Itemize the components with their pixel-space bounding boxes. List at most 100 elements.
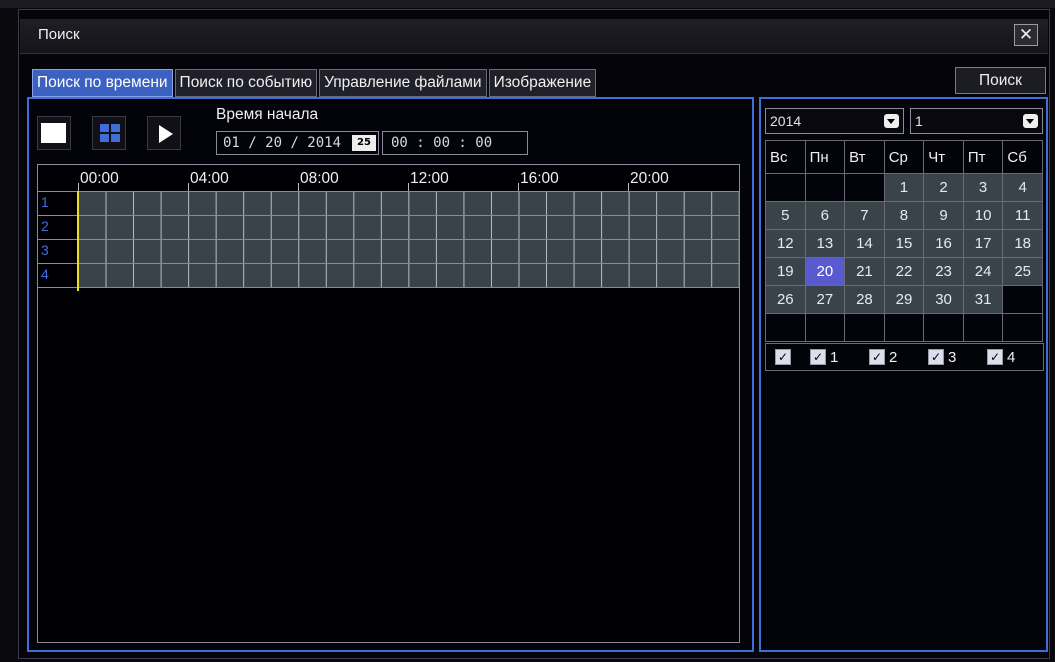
calendar-week-row bbox=[765, 313, 1043, 342]
calendar-day[interactable]: 17 bbox=[962, 229, 1004, 258]
channel-checkbox-label: 4 bbox=[1007, 349, 1016, 366]
start-date-field[interactable]: 01 / 20 / 2014 25 bbox=[216, 131, 379, 155]
close-button[interactable]: ✕ bbox=[1014, 24, 1038, 46]
single-view-button[interactable] bbox=[37, 116, 71, 150]
tab-event-search[interactable]: Поиск по событию bbox=[174, 69, 318, 97]
calendar-day[interactable]: 21 bbox=[844, 257, 885, 286]
calendar-day[interactable]: 8 bbox=[883, 201, 925, 230]
calendar-day[interactable]: 18 bbox=[1002, 229, 1043, 258]
channel-checkbox-label: 3 bbox=[948, 349, 957, 366]
hour-tick bbox=[298, 183, 299, 191]
hour-label: 08:00 bbox=[300, 170, 339, 187]
channel-checkbox-label: 1 bbox=[830, 349, 839, 366]
channel-label: 3 bbox=[41, 242, 49, 258]
calendar-day[interactable]: 15 bbox=[883, 229, 925, 258]
calendar-empty-cell bbox=[765, 313, 806, 342]
calendar-day[interactable]: 30 bbox=[923, 285, 964, 314]
channel-checkbox[interactable]: ✓ bbox=[869, 349, 885, 365]
calendar-day[interactable]: 11 bbox=[1002, 201, 1043, 230]
calendar-day[interactable]: 22 bbox=[883, 257, 925, 286]
select-all-checkbox[interactable]: ✓ bbox=[775, 349, 791, 365]
calendar-day[interactable]: 13 bbox=[804, 229, 846, 258]
calendar-week-row: 26 27 28 29 30 31 bbox=[765, 285, 1043, 314]
channel-timeline-bar[interactable] bbox=[78, 216, 739, 239]
calendar-day[interactable]: 16 bbox=[923, 229, 964, 258]
month-value: 1 bbox=[915, 113, 923, 129]
weekday-label: Сб bbox=[1002, 140, 1043, 174]
calendar-day[interactable]: 28 bbox=[844, 285, 885, 314]
hour-label: 20:00 bbox=[630, 170, 669, 187]
year-value: 2014 bbox=[770, 113, 802, 129]
weekday-header: Вс Пн Вт Ср Чт Пт Сб bbox=[765, 140, 1043, 174]
hour-tick bbox=[518, 183, 519, 191]
hour-tick bbox=[188, 183, 189, 191]
quad-view-button[interactable] bbox=[92, 116, 126, 150]
channel-row: 3 bbox=[38, 240, 739, 264]
year-select[interactable]: 2014 bbox=[765, 108, 904, 134]
tab-image[interactable]: Изображение bbox=[488, 69, 597, 97]
calendar-empty-cell bbox=[923, 313, 964, 342]
calendar-day[interactable]: 23 bbox=[923, 257, 964, 286]
calendar-grid: Вс Пн Вт Ср Чт Пт Сб 1 2 3 4 5 6 7 8 9 10 11 12 13 14 15 16 17… bbox=[765, 140, 1043, 342]
calendar-icon[interactable]: 25 bbox=[352, 135, 376, 151]
channel-checkbox[interactable]: ✓ bbox=[987, 349, 1003, 365]
channel-timeline-bar[interactable] bbox=[78, 192, 739, 215]
calendar-day[interactable]: 9 bbox=[923, 201, 964, 230]
calendar-day[interactable]: 5 bbox=[765, 201, 806, 230]
hour-label: 12:00 bbox=[410, 170, 449, 187]
calendar-day-selected[interactable]: 20 bbox=[804, 257, 846, 286]
play-icon bbox=[159, 125, 173, 143]
start-time-field[interactable]: 00 : 00 : 00 bbox=[382, 131, 528, 155]
calendar-day[interactable]: 12 bbox=[765, 229, 806, 258]
channel-label: 4 bbox=[41, 266, 49, 282]
calendar-day[interactable]: 24 bbox=[962, 257, 1004, 286]
title-bar: Поиск ✕ bbox=[20, 19, 1048, 54]
channel-row: 4 bbox=[38, 264, 739, 288]
search-button[interactable]: Поиск bbox=[955, 67, 1046, 94]
tab-file-management[interactable]: Управление файлами bbox=[319, 69, 487, 97]
tab-bar: Поиск по времени Поиск по событию Управл… bbox=[32, 69, 597, 97]
calendar-day[interactable]: 14 bbox=[844, 229, 885, 258]
hour-tick bbox=[628, 183, 629, 191]
calendar-day[interactable]: 6 bbox=[804, 201, 846, 230]
play-button[interactable] bbox=[147, 116, 181, 150]
playback-cursor[interactable] bbox=[77, 191, 79, 291]
single-view-icon bbox=[41, 123, 66, 143]
weekday-label: Вс bbox=[765, 140, 806, 174]
calendar-week-row: 12 13 14 15 16 17 18 bbox=[765, 229, 1043, 258]
calendar-day[interactable]: 3 bbox=[962, 173, 1004, 202]
channel-checkbox-label: 2 bbox=[889, 349, 898, 366]
calendar-week-row: 1234 bbox=[765, 173, 1043, 202]
quad-view-icon bbox=[100, 124, 120, 142]
top-strip bbox=[0, 0, 1055, 8]
calendar-day[interactable]: 7 bbox=[844, 201, 885, 230]
channel-row: 2 bbox=[38, 216, 739, 240]
chevron-down-icon bbox=[1023, 114, 1038, 128]
calendar-empty-cell bbox=[844, 313, 885, 342]
calendar-day[interactable]: 19 bbox=[765, 257, 806, 286]
tab-time-search[interactable]: Поиск по времени bbox=[32, 69, 173, 97]
calendar-day[interactable]: 26 bbox=[765, 285, 806, 314]
timeline: 00:00 04:00 08:00 12:00 16:00 20:00 1 2 … bbox=[37, 164, 740, 643]
calendar-day[interactable]: 2 bbox=[923, 173, 964, 202]
channel-label: 2 bbox=[41, 218, 49, 234]
calendar-day[interactable]: 1 bbox=[883, 173, 925, 202]
channel-checkbox[interactable]: ✓ bbox=[810, 349, 826, 365]
calendar-day[interactable]: 4 bbox=[1002, 173, 1043, 202]
calendar-day[interactable]: 29 bbox=[883, 285, 925, 314]
chevron-down-icon bbox=[884, 114, 899, 128]
weekday-label: Чт bbox=[923, 140, 964, 174]
weekday-label: Ср bbox=[883, 140, 925, 174]
channel-timeline-bar[interactable] bbox=[78, 240, 739, 263]
calendar-day[interactable]: 31 bbox=[962, 285, 1004, 314]
calendar-empty-cell bbox=[1002, 313, 1043, 342]
calendar-day[interactable]: 10 bbox=[962, 201, 1004, 230]
weekday-label: Вт bbox=[844, 140, 885, 174]
month-select[interactable]: 1 bbox=[910, 108, 1043, 134]
calendar-day[interactable]: 27 bbox=[804, 285, 846, 314]
calendar-empty-cell bbox=[765, 173, 806, 202]
calendar-day[interactable]: 25 bbox=[1002, 257, 1043, 286]
channel-timeline-bar[interactable] bbox=[78, 264, 739, 287]
start-date-value: 01 / 20 / 2014 bbox=[223, 135, 342, 151]
channel-checkbox[interactable]: ✓ bbox=[928, 349, 944, 365]
